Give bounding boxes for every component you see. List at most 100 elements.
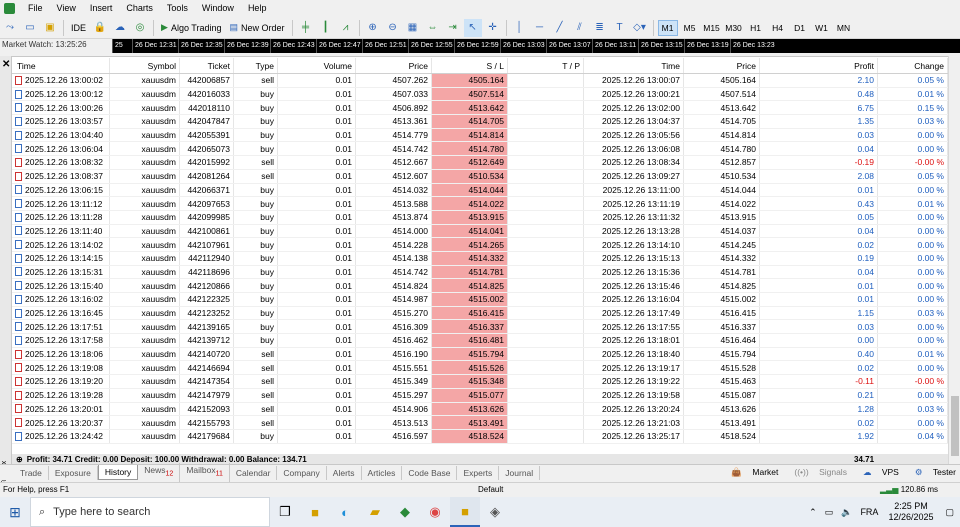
timeframe-h4[interactable]: H4 [768,20,788,36]
edge-icon[interactable]: ◐ [330,497,360,527]
chevron-up-icon[interactable]: ⌃ [809,507,817,518]
autoscroll-icon[interactable]: ⇔ [424,19,442,37]
table-row[interactable]: 2025.12.26 13:00:12 xauusdm 442016033 buy 0.… [12,87,948,102]
zoom-in-icon[interactable]: ⊕ [364,19,382,37]
fibonacci-icon[interactable]: ≣ [591,19,609,37]
file-explorer-icon[interactable]: ▰ [360,497,390,527]
column-header[interactable]: Volume [278,58,356,73]
menu-tools[interactable]: Tools [160,0,195,17]
scrollbar-thumb[interactable] [951,396,959,456]
table-row[interactable]: 2025.12.26 13:24:42 xauusdm 442179684 buy 0.… [12,429,948,444]
speaker-icon[interactable]: 🔈 [841,507,852,518]
table-row[interactable]: 2025.12.26 13:17:58 xauusdm 442139712 buy 0.… [12,334,948,348]
column-header[interactable]: Profit [760,58,878,73]
table-row[interactable]: 2025.12.26 13:11:28 xauusdm 442099985 buy 0.… [12,210,948,225]
timeframe-m5[interactable]: M5 [680,20,700,36]
cloud-icon[interactable]: ☁ [111,19,129,37]
algo-trading-button[interactable]: ▶ Algo Trading [158,19,224,37]
cursor-icon[interactable]: ↖ [463,18,482,37]
channel-icon[interactable]: ⫽ [571,19,589,37]
tester-button[interactable]: ⚙ Tester [907,467,956,478]
vps-button[interactable]: ☁ VPS [855,467,899,478]
network-icon[interactable]: ▭ [825,507,834,518]
timeframe-h1[interactable]: H1 [746,20,766,36]
table-row[interactable]: 2025.12.26 13:08:37 xauusdm 442081264 sell 0… [12,169,948,184]
tab-experts[interactable]: Experts [457,465,500,480]
tab-mailbox[interactable]: Mailbox11 [180,463,230,482]
tab-exposure[interactable]: Exposure [49,465,98,480]
horizontal-line-icon[interactable]: ─ [531,19,549,37]
table-row[interactable]: 2025.12.26 13:03:57 xauusdm 442047847 buy 0.… [12,115,948,129]
column-header[interactable]: T / P [508,58,584,73]
column-header[interactable]: S / L [432,58,508,73]
table-row[interactable]: 2025.12.26 13:00:02 xauusdm 442006857 sell 0… [12,74,948,88]
column-header[interactable]: Ticket [180,58,234,73]
chart-shift-icon[interactable]: ⇥ [444,19,462,37]
table-row[interactable]: 2025.12.26 13:00:26 xauusdm 442018110 buy 0.… [12,101,948,116]
globe-icon[interactable]: ◎ [131,19,149,37]
table-row[interactable]: 2025.12.26 13:20:01 xauusdm 442152093 sell 0… [12,402,948,417]
line-chart-icon[interactable]: ⤳ [1,19,19,37]
column-header[interactable]: Price [684,58,760,73]
grid-icon[interactable]: ▦ [404,19,422,37]
vertical-line-icon[interactable]: │ [511,19,529,37]
shapes-icon[interactable]: ◇▾ [631,19,649,37]
table-row[interactable]: 2025.12.26 13:16:02 xauusdm 442122325 buy 0.… [12,293,948,307]
new-order-button[interactable]: ▤ New Order [226,19,287,37]
table-row[interactable]: 2025.12.26 13:04:40 xauusdm 442055391 buy 0.… [12,128,948,143]
column-header[interactable]: Time [12,58,110,73]
language-indicator[interactable]: FRA [860,507,878,517]
tab-company[interactable]: Company [277,465,327,480]
signals-button[interactable]: ((•)) Signals [786,467,847,477]
tab-journal[interactable]: Journal [499,465,541,480]
metatrader-icon[interactable]: ◈ [480,497,510,527]
ide-button[interactable]: IDE [68,19,89,37]
market-button[interactable]: 👜 Market [723,467,778,478]
chart-time-axis[interactable]: 25 26 Dec 12:31 26 Dec 12:35 26 Dec 12:39 26… [112,39,960,53]
bar-chart-icon[interactable]: ╪ [297,19,315,37]
timeframe-m30[interactable]: M30 [724,20,744,36]
table-row[interactable]: 2025.12.26 13:16:45 xauusdm 442123252 buy 0.… [12,306,948,321]
column-header[interactable]: Change [878,58,948,73]
tab-history[interactable]: History [97,465,139,480]
windows-start-icon[interactable]: ⊞ [0,497,30,527]
text-icon[interactable]: T [611,19,629,37]
menu-help[interactable]: Help [241,0,274,17]
menu-insert[interactable]: Insert [83,0,120,17]
tab-alerts[interactable]: Alerts [327,465,362,480]
table-row[interactable]: 2025.12.26 13:19:08 xauusdm 442146694 sell 0… [12,361,948,376]
table-row[interactable]: 2025.12.26 13:14:15 xauusdm 442112940 buy 0.… [12,251,948,266]
table-row[interactable]: 2025.12.26 13:18:06 xauusdm 442140720 sell 0… [12,347,948,362]
chrome-icon[interactable]: ◉ [420,497,450,527]
close-icon[interactable]: ✕ [2,59,10,70]
timeframe-m15[interactable]: M15 [702,20,722,36]
menu-view[interactable]: View [50,0,83,17]
profiles-icon[interactable]: ▣ [41,19,59,37]
new-chart-icon[interactable]: ▭ [21,19,39,37]
table-row[interactable]: 2025.12.26 13:11:40 xauusdm 442100861 buy 0.… [12,224,948,239]
timeframe-d1[interactable]: D1 [790,20,810,36]
column-header[interactable]: Time [584,58,684,73]
taskbar-search[interactable]: ⌕ Type here to search [30,497,270,527]
notification-icon[interactable]: ▢ [945,507,954,518]
table-row[interactable]: 2025.12.26 13:06:04 xauusdm 442065073 buy 0.… [12,142,948,157]
pycharm-icon[interactable]: ◆ [390,497,420,527]
timeframe-mn[interactable]: MN [834,20,854,36]
lock-icon[interactable]: 🔒 [91,19,109,37]
trendline-icon[interactable]: ╱ [551,19,569,37]
table-row[interactable]: 2025.12.26 13:06:15 xauusdm 442066371 buy 0.… [12,183,948,198]
table-row[interactable]: 2025.12.26 13:15:31 xauusdm 442118696 buy 0.… [12,265,948,280]
line-icon[interactable]: ⩘ [337,19,355,37]
candles-icon[interactable]: ┃ [317,19,335,37]
table-row[interactable]: 2025.12.26 13:19:20 xauusdm 442147354 sell 0… [12,375,948,389]
collapse-icon[interactable]: ⊕ [16,455,23,464]
vertical-scrollbar[interactable] [948,56,960,464]
table-row[interactable]: 2025.12.26 13:19:28 xauusdm 442147979 sell 0… [12,388,948,403]
table-row[interactable]: 2025.12.26 13:15:40 xauusdm 442120866 buy 0.… [12,279,948,293]
menu-file[interactable]: File [21,0,50,17]
timeframe-m1[interactable]: M1 [657,19,678,36]
table-row[interactable]: 2025.12.26 13:11:12 xauusdm 442097653 buy 0.… [12,197,948,211]
taskbar-clock[interactable]: 2:25 PM 12/26/2025 [888,501,933,523]
app-yellow-active-icon[interactable]: ■ [450,497,480,527]
column-header[interactable]: Price [356,58,432,73]
